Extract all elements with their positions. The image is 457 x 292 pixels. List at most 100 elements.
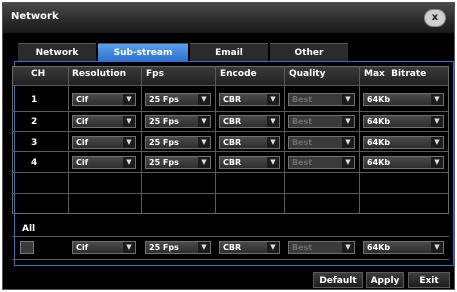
all-resolution-select[interactable]: Cif ▼ — [72, 241, 136, 254]
col-divider — [68, 66, 69, 214]
select-value: Cif — [76, 243, 89, 252]
resolution-select[interactable]: Cif ▼ — [72, 136, 136, 149]
dropdown-arrow-icon: ▼ — [342, 242, 354, 253]
dropdown-arrow-icon: ▼ — [342, 157, 354, 168]
select-value: 25 Fps — [149, 243, 179, 252]
col-divider — [141, 66, 142, 214]
select-value: CBR — [223, 243, 242, 252]
bitrate-select[interactable]: 64Kb ▼ — [363, 115, 444, 128]
select-value: CBR — [223, 158, 242, 167]
select-value: Best — [292, 158, 313, 167]
default-button[interactable]: Default — [313, 272, 363, 288]
dropdown-arrow-icon: ▼ — [198, 116, 210, 127]
all-checkbox[interactable] — [20, 241, 34, 254]
row-divider — [12, 85, 449, 86]
all-bitrate-select[interactable]: 64Kb ▼ — [363, 241, 444, 254]
all-encode-select[interactable]: CBR ▼ — [219, 241, 280, 254]
tab-network[interactable]: Network — [18, 43, 96, 62]
select-value: Cif — [76, 95, 89, 104]
header-max-bitrate: Max Bitrate — [364, 69, 427, 79]
dropdown-arrow-icon: ▼ — [431, 94, 443, 105]
channel-number: 3 — [31, 138, 38, 148]
dropdown-arrow-icon: ▼ — [198, 242, 210, 253]
col-divider — [359, 66, 360, 214]
title-bar: Network x — [3, 3, 454, 33]
all-label: All — [22, 224, 36, 234]
select-value: 25 Fps — [149, 117, 179, 126]
select-value: 25 Fps — [149, 158, 179, 167]
channel-number: 2 — [31, 117, 38, 127]
bitrate-select[interactable]: 64Kb ▼ — [363, 156, 444, 169]
fps-select[interactable]: 25 Fps ▼ — [145, 93, 211, 106]
row-divider — [12, 193, 449, 194]
dropdown-arrow-icon: ▼ — [267, 137, 279, 148]
all-quality-select: Best ▼ — [288, 241, 355, 254]
select-value: Best — [292, 243, 313, 252]
select-value: 64Kb — [367, 243, 391, 252]
col-divider — [215, 66, 216, 214]
dropdown-arrow-icon: ▼ — [123, 116, 135, 127]
select-value: Best — [292, 117, 313, 126]
quality-select: Best ▼ — [288, 115, 355, 128]
all-fps-select[interactable]: 25 Fps ▼ — [145, 241, 211, 254]
bitrate-select[interactable]: 64Kb ▼ — [363, 136, 444, 149]
resolution-select[interactable]: Cif ▼ — [72, 93, 136, 106]
quality-select: Best ▼ — [288, 136, 355, 149]
dropdown-arrow-icon: ▼ — [267, 242, 279, 253]
dialog-title: Network — [11, 11, 59, 22]
select-value: CBR — [223, 138, 242, 147]
dropdown-arrow-icon: ▼ — [267, 116, 279, 127]
select-value: Best — [292, 95, 313, 104]
apply-button[interactable]: Apply — [366, 272, 404, 288]
fps-select[interactable]: 25 Fps ▼ — [145, 115, 211, 128]
tab-sub-stream[interactable]: Sub-stream — [98, 43, 188, 62]
header-fps: Fps — [146, 69, 164, 79]
dropdown-arrow-icon: ▼ — [342, 137, 354, 148]
bitrate-select[interactable]: 64Kb ▼ — [363, 93, 444, 106]
select-value: CBR — [223, 95, 242, 104]
header-encode: Encode — [220, 69, 257, 79]
tab-email[interactable]: Email — [190, 43, 268, 62]
select-value: CBR — [223, 117, 242, 126]
channel-number: 4 — [31, 158, 38, 168]
encode-select[interactable]: CBR ▼ — [219, 136, 280, 149]
row-divider — [12, 259, 449, 260]
dropdown-arrow-icon: ▼ — [431, 157, 443, 168]
row-divider — [12, 172, 449, 173]
encode-select[interactable]: CBR ▼ — [219, 156, 280, 169]
fps-select[interactable]: 25 Fps ▼ — [145, 156, 211, 169]
dropdown-arrow-icon: ▼ — [198, 94, 210, 105]
close-icon[interactable]: x — [424, 9, 446, 27]
tab-bar: Network Sub-stream Email Other — [18, 43, 348, 62]
dropdown-arrow-icon: ▼ — [123, 94, 135, 105]
header-quality: Quality — [289, 69, 326, 79]
col-divider — [284, 66, 285, 214]
tab-other[interactable]: Other — [270, 43, 348, 62]
resolution-select[interactable]: Cif ▼ — [72, 156, 136, 169]
encode-select[interactable]: CBR ▼ — [219, 115, 280, 128]
encode-select[interactable]: CBR ▼ — [219, 93, 280, 106]
channel-number: 1 — [31, 95, 38, 105]
dropdown-arrow-icon: ▼ — [267, 94, 279, 105]
dropdown-arrow-icon: ▼ — [123, 137, 135, 148]
row-divider — [12, 151, 449, 152]
dropdown-arrow-icon: ▼ — [198, 137, 210, 148]
quality-select: Best ▼ — [288, 156, 355, 169]
row-divider — [12, 236, 449, 237]
dropdown-arrow-icon: ▼ — [431, 137, 443, 148]
dropdown-arrow-icon: ▼ — [198, 157, 210, 168]
select-value: 64Kb — [367, 158, 391, 167]
exit-button[interactable]: Exit — [408, 272, 450, 288]
select-value: 25 Fps — [149, 138, 179, 147]
resolution-select[interactable]: Cif ▼ — [72, 115, 136, 128]
fps-select[interactable]: 25 Fps ▼ — [145, 136, 211, 149]
header-resolution: Resolution — [72, 69, 127, 79]
select-value: 25 Fps — [149, 95, 179, 104]
header-ch: CH — [31, 69, 46, 79]
quality-select: Best ▼ — [288, 93, 355, 106]
dropdown-arrow-icon: ▼ — [431, 242, 443, 253]
select-value: 64Kb — [367, 138, 391, 147]
select-value: Cif — [76, 158, 89, 167]
dropdown-arrow-icon: ▼ — [267, 157, 279, 168]
dropdown-arrow-icon: ▼ — [431, 116, 443, 127]
